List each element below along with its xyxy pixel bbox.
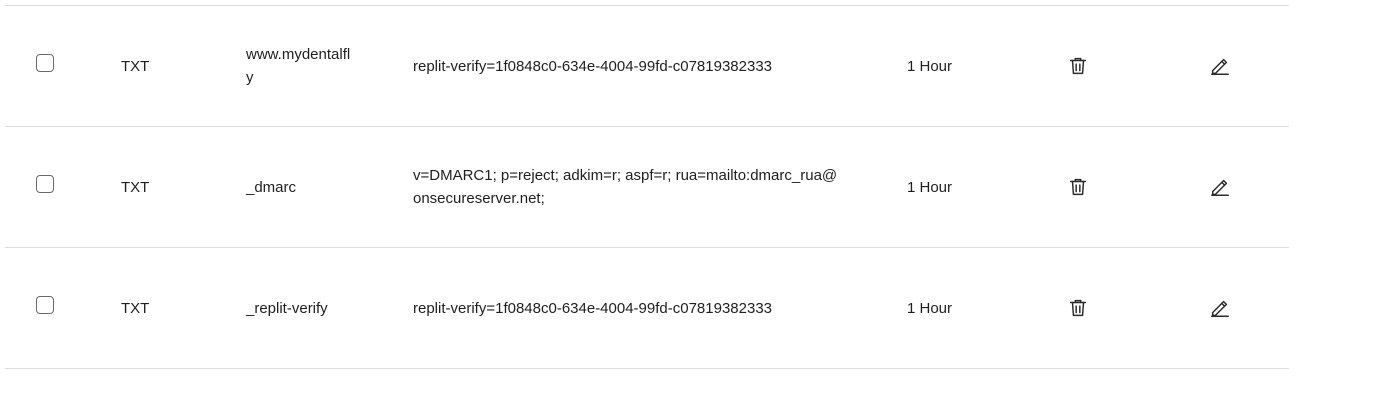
pencil-icon (1211, 58, 1229, 75)
record-type: TXT (121, 178, 150, 196)
pencil-icon (1211, 179, 1229, 196)
trash-icon (1069, 178, 1087, 196)
trash-icon (1069, 299, 1087, 317)
record-value: replit-verify=1f0848c0-634e-4004-99fd-c0… (413, 299, 773, 317)
pencil-icon (1211, 300, 1229, 317)
table-row: TXT www.mydentalfly replit-verify=1f0848… (5, 6, 1289, 127)
row-select-checkbox[interactable] (36, 53, 54, 72)
edit-record-button[interactable] (1208, 296, 1232, 320)
dns-records-table: TXT www.mydentalfly replit-verify=1f0848… (5, 5, 1289, 369)
table-row: TXT _replit-verify replit-verify=1f0848c… (5, 248, 1289, 369)
row-select-checkbox[interactable] (36, 295, 54, 314)
record-type: TXT (121, 299, 150, 317)
trash-icon (1069, 57, 1087, 75)
record-name: _replit-verify (246, 299, 328, 317)
record-ttl: 1 Hour (907, 299, 953, 317)
record-name: _dmarc (246, 178, 297, 196)
delete-record-button[interactable] (1066, 175, 1090, 199)
edit-record-button[interactable] (1208, 54, 1232, 78)
table-row: TXT _dmarc v=DMARC1; p=reject; adkim=r; … (5, 127, 1289, 248)
record-value: v=DMARC1; p=reject; adkim=r; aspf=r; rua… (413, 167, 838, 207)
row-select-checkbox[interactable] (36, 174, 54, 193)
delete-record-button[interactable] (1066, 54, 1090, 78)
record-ttl: 1 Hour (907, 57, 953, 75)
record-value: replit-verify=1f0848c0-634e-4004-99fd-c0… (413, 57, 773, 75)
record-ttl: 1 Hour (907, 178, 953, 196)
record-name: www.mydentalfly (246, 46, 351, 86)
edit-record-button[interactable] (1208, 175, 1232, 199)
record-type: TXT (121, 57, 150, 75)
delete-record-button[interactable] (1066, 296, 1090, 320)
